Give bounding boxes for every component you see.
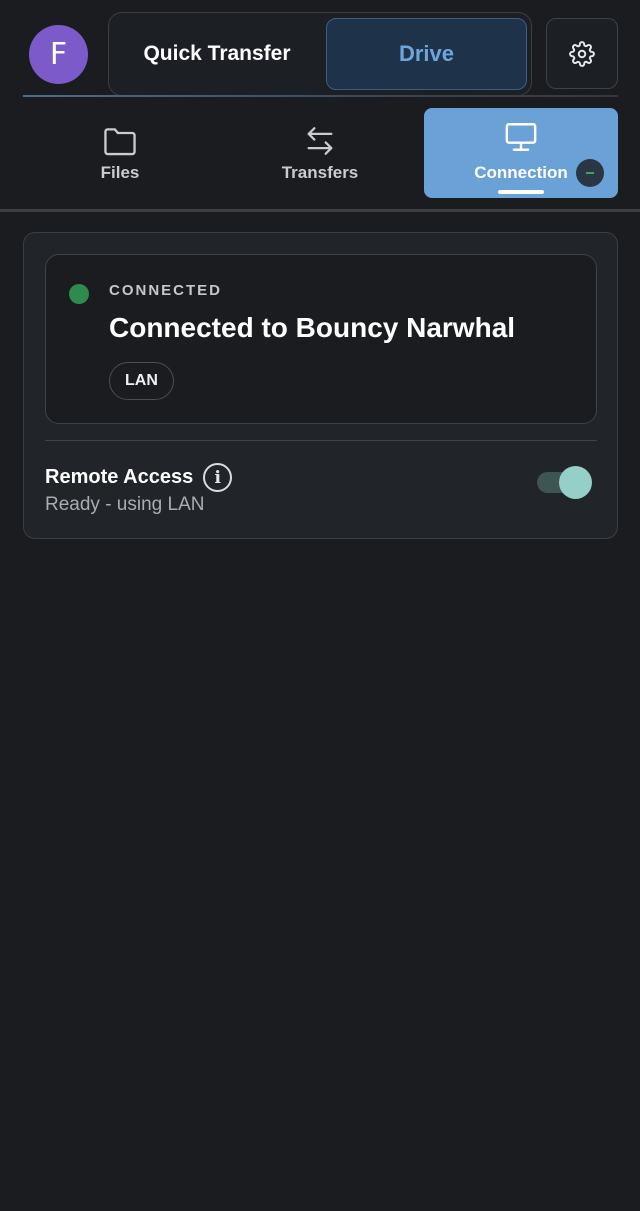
tab-connection[interactable]: Connection [424,108,618,198]
remote-access-row: Remote Access i [45,463,233,492]
mode-switch: Quick Transfer Drive [108,12,532,96]
toggle-knob [559,466,592,499]
header-divider [23,95,618,97]
tab-files[interactable]: Files [20,108,220,198]
top-bar: F Quick Transfer Drive [0,0,640,98]
tab-transfers[interactable]: Transfers [220,108,420,198]
info-icon[interactable]: i [203,463,233,492]
arrows-swap-icon [303,123,337,159]
remote-access-toggle[interactable] [537,466,593,499]
tab-bar: Files Transfers Connection [0,104,640,210]
connection-card: CONNECTED Connected to Bouncy Narwhal LA… [45,254,597,424]
connection-title: Connected to Bouncy Narwhal [109,312,516,343]
drive-button[interactable]: Drive [326,18,527,90]
connection-status: CONNECTED [109,282,223,299]
gear-icon [569,40,595,67]
panel-divider [45,440,597,441]
tab-transfers-label: Transfers [281,163,359,182]
remote-access-title: Remote Access [45,466,194,488]
tabs-divider [0,209,640,212]
status-dot [69,284,89,304]
remote-access-status: Ready - using LAN [45,494,205,515]
avatar[interactable]: F [29,25,88,84]
folder-icon [102,123,138,159]
network-type-chip: LAN [109,362,174,400]
settings-button[interactable] [546,18,618,89]
active-tab-indicator [498,190,544,194]
connection-status-badge [575,159,604,187]
connection-panel: CONNECTED Connected to Bouncy Narwhal LA… [23,232,618,539]
tab-connection-label: Connection [474,163,568,182]
monitor-icon [504,119,538,155]
tab-files-label: Files [100,163,140,182]
quick-transfer-button[interactable]: Quick Transfer [109,13,325,95]
